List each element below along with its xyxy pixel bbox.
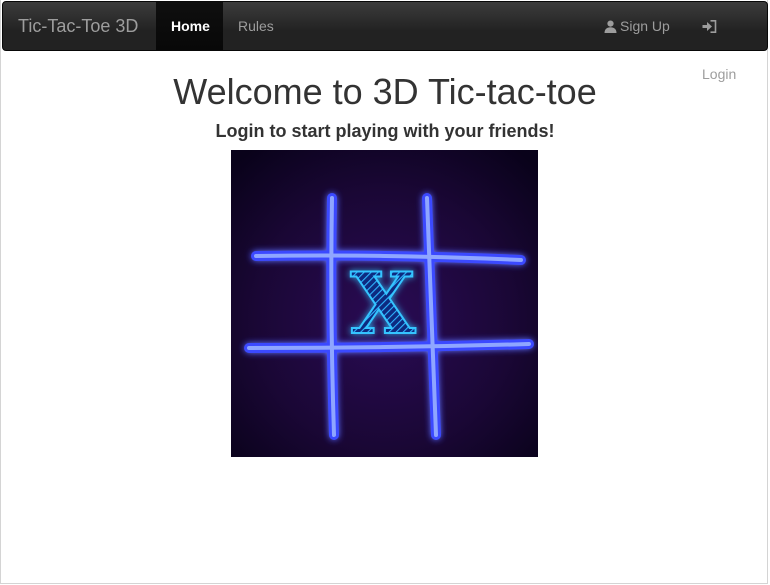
page-title: Welcome to 3D Tic-tac-toe	[173, 71, 597, 112]
nav-login-link[interactable]: Login	[687, 2, 767, 82]
signup-label: Sign Up	[620, 18, 670, 34]
page-subtitle: Login to start playing with your friends…	[215, 121, 555, 141]
nav-signup-link[interactable]: Sign Up	[589, 2, 685, 50]
x-mark-letter: X	[350, 254, 416, 353]
login-icon	[702, 20, 717, 33]
tic-tac-toe-board-image: X	[231, 150, 538, 457]
brand-link[interactable]: Tic-Tac-Toe 3D	[18, 2, 138, 50]
nav-rules-link[interactable]: Rules	[223, 2, 289, 50]
x-mark-icon: X	[349, 253, 417, 354]
nav-home-link[interactable]: Home	[156, 2, 223, 50]
page: Tic-Tac-Toe 3D Home Rules Sign Up Login …	[0, 0, 768, 584]
user-icon	[604, 20, 617, 33]
navbar: Tic-Tac-Toe 3D Home Rules Sign Up Login	[2, 1, 768, 82]
